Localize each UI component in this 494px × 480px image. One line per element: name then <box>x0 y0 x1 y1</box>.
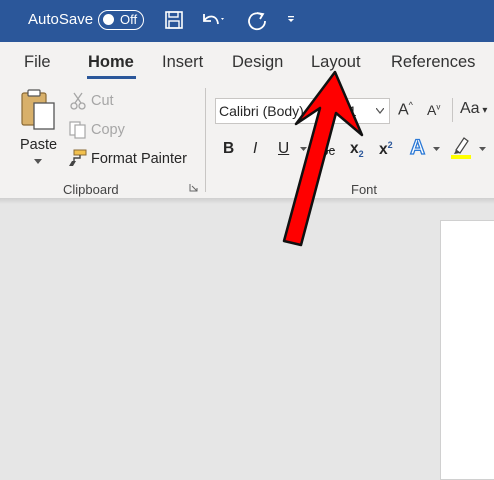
paste-dropdown-icon[interactable] <box>34 159 42 165</box>
paste-icon <box>21 89 55 130</box>
copy-button[interactable]: Copy <box>91 122 125 138</box>
tab-insert[interactable]: Insert <box>162 53 203 72</box>
clipboard-group-label: Clipboard <box>63 182 119 197</box>
undo-icon[interactable] <box>200 10 226 30</box>
font-separator <box>334 99 335 123</box>
bold-button[interactable]: B <box>223 140 234 158</box>
superscript-button[interactable]: x2 <box>379 140 393 159</box>
subscript-glyph: x <box>350 140 359 157</box>
text-effects-dropdown-icon[interactable] <box>433 147 440 152</box>
tab-home[interactable]: Home <box>88 53 134 72</box>
font-size-value[interactable]: 11 <box>342 103 357 119</box>
customize-quick-access-icon[interactable] <box>286 14 296 24</box>
grow-font-glyph: A <box>398 101 409 119</box>
font-group-label: Font <box>351 182 378 197</box>
subscript-button[interactable]: x2 <box>350 140 364 159</box>
font-name-value: Calibri (Body) <box>219 103 304 119</box>
group-separator <box>205 88 206 192</box>
tab-references[interactable]: References <box>391 53 475 72</box>
autosave-label: AutoSave <box>28 11 94 28</box>
redo-icon[interactable] <box>246 10 268 32</box>
chevron-down-icon[interactable] <box>376 108 384 114</box>
autosave-toggle[interactable]: Off <box>98 10 144 30</box>
underline-dropdown-icon[interactable] <box>300 147 307 152</box>
superscript-glyph: x <box>379 141 388 159</box>
highlight-dropdown-icon[interactable] <box>479 147 486 152</box>
ribbon-shadow <box>0 198 494 204</box>
strikethrough-button[interactable]: abc <box>314 143 335 158</box>
copy-icon <box>69 121 86 139</box>
subscript-mark: 2 <box>358 149 364 160</box>
cut-icon <box>70 92 86 110</box>
underline-button[interactable]: U <box>278 140 289 158</box>
text-effects-button[interactable]: A <box>409 135 426 160</box>
paste-button[interactable]: Paste <box>14 88 60 170</box>
group-separator <box>452 98 453 122</box>
paste-label: Paste <box>20 137 58 153</box>
format-painter-button[interactable]: Format Painter <box>91 151 187 167</box>
autosave-state: Off <box>120 12 138 27</box>
active-tab-underline <box>87 76 136 79</box>
change-case-button[interactable]: Aa ▾ <box>460 100 487 118</box>
grow-font-button[interactable]: A^ <box>398 100 413 119</box>
italic-button[interactable]: I <box>253 140 257 158</box>
change-case-glyph: Aa <box>460 100 480 117</box>
format-painter-icon <box>69 149 87 166</box>
highlighter-icon[interactable] <box>450 136 472 160</box>
dialog-launcher-icon[interactable] <box>189 183 198 192</box>
tab-file[interactable]: File <box>24 53 51 72</box>
ribbon-tabs: File Home Insert Design Layout Reference… <box>0 42 494 82</box>
save-icon[interactable] <box>164 10 184 30</box>
document-page[interactable] <box>440 220 494 480</box>
tab-design[interactable]: Design <box>232 53 283 72</box>
text-effects-glyph: A <box>409 135 426 159</box>
shrink-font-button[interactable]: Av <box>427 102 440 118</box>
font-name-select[interactable]: Calibri (Body) 11 <box>215 98 390 124</box>
superscript-mark: 2 <box>387 140 393 150</box>
shrink-font-glyph: A <box>427 102 437 118</box>
toggle-knob <box>103 14 114 25</box>
cut-button[interactable]: Cut <box>91 93 114 109</box>
tab-layout[interactable]: Layout <box>311 53 361 72</box>
title-bar: AutoSave Off <box>0 0 494 42</box>
